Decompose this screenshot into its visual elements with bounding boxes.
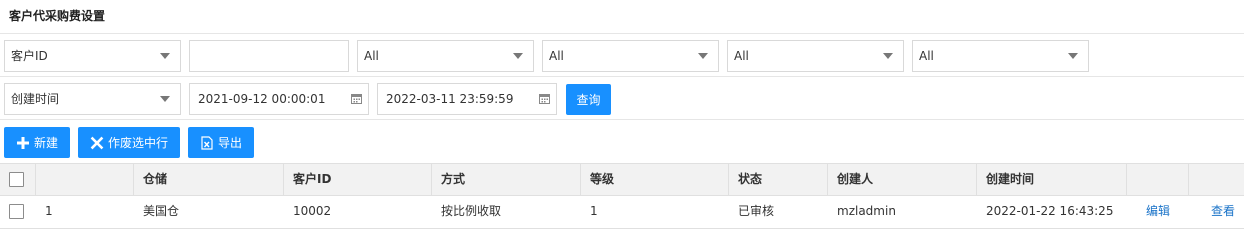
cell-created-at: 2022-01-22 16:43:25 [986,204,1114,218]
row-index: 1 [45,204,53,218]
row-checkbox[interactable] [9,204,24,219]
table-row: 1 美国仓 10002 按比例收取 1 已审核 mzladmin 2022-01… [0,196,1244,229]
date-field-select-value: 创建时间 [11,92,60,106]
calendar-icon [539,94,550,104]
view-link[interactable]: 查看 [1201,196,1244,228]
new-button-label: 新建 [33,136,58,150]
chevron-down-icon [1068,53,1078,59]
start-date-input[interactable]: 2021-09-12 00:00:01 [189,83,369,115]
query-button-label: 查询 [576,93,601,107]
export-button-label: 导出 [217,136,242,150]
page-title: 客户代采购费设置 [9,9,106,23]
col-method[interactable]: 方式 [431,164,580,195]
export-button[interactable]: 导出 [188,127,254,158]
new-button[interactable]: 新建 [4,127,70,158]
cell-creator: mzladmin [837,204,896,218]
start-date-text: 2021-09-12 00:00:01 [198,92,326,106]
void-selected-button[interactable]: 作废选中行 [78,127,180,158]
col-created-at[interactable]: 创建时间 [976,164,1126,195]
end-date-input[interactable]: 2022-03-11 23:59:59 [377,83,557,115]
col-level[interactable]: 等级 [580,164,728,195]
col-customer-id[interactable]: 客户ID [283,164,431,195]
cell-customer-id: 10002 [293,204,332,218]
col-status[interactable]: 状态 [728,164,827,195]
filter-select-2[interactable]: All [542,40,719,72]
cell-level: 1 [590,204,598,218]
void-selected-button-label: 作废选中行 [107,136,168,150]
filter-select-4-value: All [919,49,934,63]
chevron-down-icon [160,96,170,102]
cell-warehouse: 美国仓 [143,204,180,218]
field-select[interactable]: 客户ID [4,40,181,72]
col-creator[interactable]: 创建人 [827,164,976,195]
chevron-down-icon [883,53,893,59]
chevron-down-icon [513,53,523,59]
field-select-value: 客户ID [11,49,48,63]
chevron-down-icon [698,53,708,59]
query-button[interactable]: 查询 [566,84,611,115]
end-date-text: 2022-03-11 23:59:59 [386,92,514,106]
edit-link[interactable]: 编辑 [1136,196,1188,228]
cell-method: 按比例收取 [441,204,502,218]
filter-select-2-value: All [549,49,564,63]
select-all-checkbox[interactable] [9,172,24,187]
chevron-down-icon [160,53,170,59]
table-header: 仓储 客户ID 方式 等级 状态 创建人 创建时间 [0,163,1244,196]
row-select-cell [0,196,35,228]
col-warehouse[interactable]: 仓储 [133,164,283,195]
field-value-input[interactable] [189,40,349,72]
excel-file-icon [201,135,213,150]
filter-divider-1 [0,76,1244,77]
filter-select-4[interactable]: All [912,40,1089,72]
calendar-icon [351,94,362,104]
filter-divider-2 [0,119,1244,120]
date-field-select[interactable]: 创建时间 [4,83,181,115]
filter-select-3[interactable]: All [727,40,904,72]
filter-select-1[interactable]: All [357,40,534,72]
title-divider [0,33,1244,34]
cell-status: 已审核 [738,204,775,218]
filter-select-3-value: All [734,49,749,63]
filter-select-1-value: All [364,49,379,63]
select-all-cell [0,164,35,195]
close-icon [90,136,104,149]
plus-icon [16,136,29,149]
